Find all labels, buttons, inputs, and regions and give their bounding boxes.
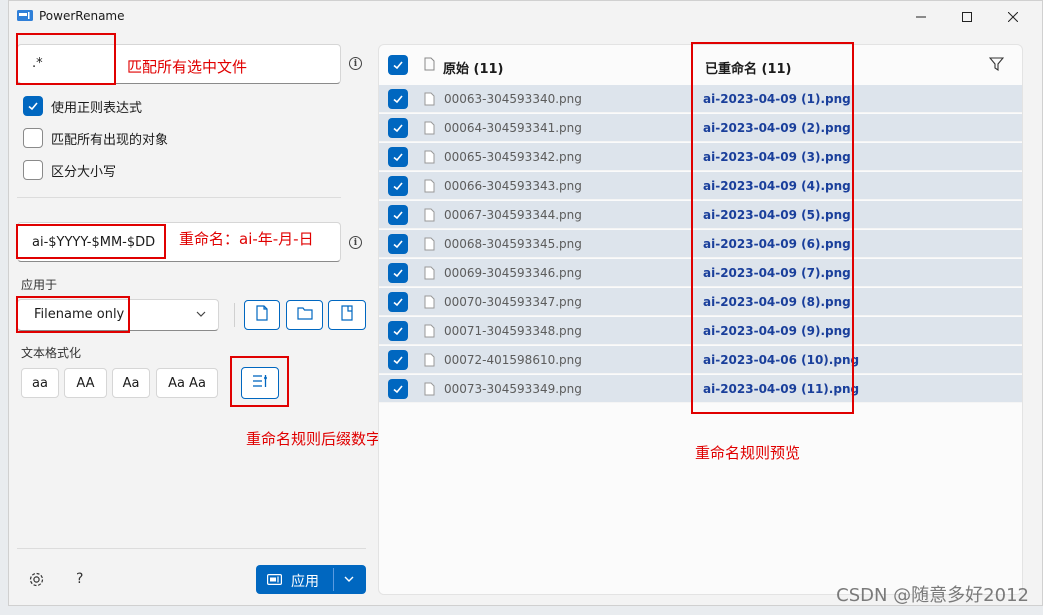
select-all-checkbox[interactable] — [388, 55, 408, 75]
file-row-checkbox[interactable] — [388, 118, 408, 138]
original-filename: 00070-304593347.png — [444, 295, 582, 309]
file-icon — [424, 179, 435, 197]
split-divider — [333, 568, 334, 591]
file-row-checkbox[interactable] — [388, 234, 408, 254]
help-button[interactable]: ? — [76, 571, 83, 587]
file-icon — [424, 121, 435, 139]
subfolder-file-icon — [340, 305, 354, 325]
replace-annotation-box — [16, 224, 166, 259]
original-filename: 00069-304593346.png — [444, 266, 582, 280]
lowercase-button[interactable]: aa — [21, 368, 59, 398]
file-row-checkbox[interactable] — [388, 350, 408, 370]
rename-apply-icon — [267, 573, 283, 590]
file-icon — [424, 382, 435, 400]
include-files-button[interactable] — [244, 300, 280, 330]
watermark: CSDN @随意多好2012 — [836, 585, 1029, 606]
file-icon — [424, 57, 435, 75]
titlecase-button[interactable]: Aa — [112, 368, 150, 398]
case-sensitive-label: 区分大小写 — [51, 165, 117, 180]
capitalize-words-button[interactable]: Aa Aa — [156, 368, 218, 398]
divider — [17, 548, 366, 549]
powerrename-window: PowerRename .* 匹配所有选中文件 i 使用正则表达式 匹配所有出现… — [8, 0, 1043, 606]
file-icon — [424, 150, 435, 168]
filter-icon[interactable] — [988, 57, 1005, 75]
file-row-checkbox[interactable] — [388, 321, 408, 341]
file-row-checkbox[interactable] — [388, 292, 408, 312]
close-button[interactable] — [990, 1, 1036, 33]
divider — [17, 197, 341, 198]
text-format-label: 文本格式化 — [21, 346, 82, 360]
use-regex-checkbox[interactable] — [23, 96, 43, 116]
file-row-checkbox[interactable] — [388, 205, 408, 225]
file-row-checkbox[interactable] — [388, 263, 408, 283]
apply-button-label: 应用 — [291, 574, 319, 590]
file-icon — [424, 353, 435, 371]
folder-icon — [296, 306, 313, 324]
use-regex-label: 使用正则表达式 — [51, 101, 143, 116]
file-icon — [424, 208, 435, 226]
replace-info-icon[interactable]: i — [349, 236, 362, 249]
file-row-checkbox[interactable] — [388, 147, 408, 167]
apply-button[interactable]: 应用 — [256, 565, 366, 594]
original-filename: 00064-304593341.png — [444, 121, 582, 135]
chevron-down-icon[interactable] — [344, 573, 354, 588]
original-filename: 00067-304593344.png — [444, 208, 582, 222]
file-icon — [424, 324, 435, 342]
match-all-checkbox[interactable] — [23, 128, 43, 148]
case-sensitive-checkbox[interactable] — [23, 160, 43, 180]
file-icon — [255, 305, 269, 325]
file-icon — [424, 92, 435, 110]
original-filename: 00068-304593345.png — [444, 237, 582, 251]
file-icon — [424, 237, 435, 255]
original-filename: 00063-304593340.png — [444, 92, 582, 106]
match-all-label: 匹配所有出现的对象 — [51, 133, 169, 148]
file-row-checkbox[interactable] — [388, 379, 408, 399]
original-column-header[interactable]: 原始 (11) — [443, 58, 504, 77]
file-row-checkbox[interactable] — [388, 89, 408, 109]
file-icon — [424, 295, 435, 313]
include-subfolders-button[interactable] — [328, 300, 366, 330]
title-bar: PowerRename — [9, 1, 1043, 33]
file-row-checkbox[interactable] — [388, 176, 408, 196]
include-folders-button[interactable] — [286, 300, 323, 330]
uppercase-button[interactable]: AA — [64, 368, 107, 398]
file-icon — [424, 266, 435, 284]
chevron-down-icon — [196, 308, 206, 323]
original-filename: 00065-304593342.png — [444, 150, 582, 164]
enumerate-annotation-box — [230, 356, 289, 407]
apply-to-annotation-box — [16, 296, 130, 333]
renamed-annotation-box — [691, 42, 854, 414]
original-filename: 00071-304593348.png — [444, 324, 582, 338]
enumerate-annotation-text: 重命名规则后缀数字 — [246, 430, 382, 448]
settings-gear-icon[interactable] — [28, 571, 45, 592]
maximize-button[interactable] — [944, 1, 990, 33]
search-info-icon[interactable]: i — [349, 57, 362, 70]
powerrename-app-icon — [17, 9, 33, 23]
divider — [234, 303, 235, 327]
replace-annotation-text: 重命名：ai-年-月-日 — [179, 230, 314, 248]
apply-to-label: 应用于 — [21, 278, 58, 292]
original-filename: 00066-304593343.png — [444, 179, 582, 193]
original-filename: 00073-304593349.png — [444, 382, 582, 396]
original-filename: 00072-401598610.png — [444, 353, 582, 367]
preview-annotation-text: 重命名规则预览 — [695, 444, 801, 462]
search-annotation-text: 匹配所有选中文件 — [127, 58, 248, 76]
search-annotation-box — [16, 33, 116, 85]
minimize-button[interactable] — [898, 1, 944, 33]
window-title: PowerRename — [39, 9, 125, 23]
